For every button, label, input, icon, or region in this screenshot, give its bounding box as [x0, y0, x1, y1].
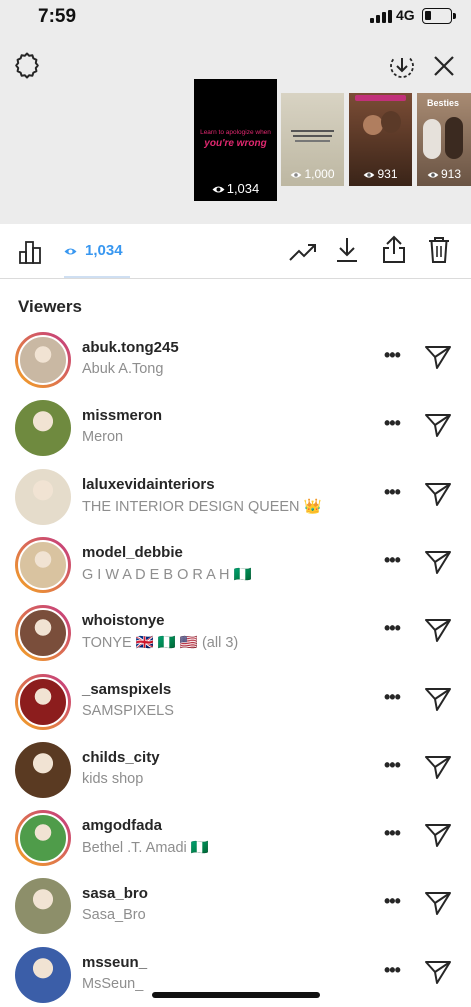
- viewer-full-name: SAMSPIXELS: [82, 703, 174, 719]
- story-thumbnail[interactable]: 931: [349, 93, 412, 186]
- viewer-username[interactable]: childs_city: [82, 749, 160, 766]
- viewer-row[interactable]: sasa_bro Sasa_Bro •••: [0, 878, 471, 946]
- battery-icon: [422, 8, 456, 24]
- viewer-username[interactable]: abuk.tong245: [82, 339, 179, 356]
- more-options-icon[interactable]: •••: [384, 413, 401, 434]
- viewer-row[interactable]: amgodfada Bethel .T. Amadi 🇳🇬 •••: [0, 810, 471, 878]
- more-options-icon[interactable]: •••: [384, 550, 401, 571]
- story-thumbnail-selected[interactable]: Learn to apologize when you're wrong 1,0…: [194, 79, 277, 201]
- gear-icon[interactable]: [12, 50, 42, 80]
- bar-chart-icon[interactable]: [17, 238, 45, 266]
- viewer-full-name: TONYE 🇬🇧 🇳🇬 🇺🇸 (all 3): [82, 635, 239, 651]
- send-message-icon[interactable]: [424, 959, 452, 990]
- avatar[interactable]: [15, 605, 71, 661]
- eye-icon: [364, 172, 375, 178]
- carrier-label: 4G: [396, 7, 415, 23]
- avatar[interactable]: [15, 878, 71, 934]
- avatar[interactable]: [15, 537, 71, 593]
- send-message-icon[interactable]: [424, 686, 452, 717]
- viewer-full-name: Meron: [82, 429, 124, 445]
- viewer-row[interactable]: laluxevidainteriors THE INTERIOR DESIGN Q…: [0, 469, 471, 537]
- viewer-row[interactable]: abuk.tong245 Abuk A.Tong •••: [0, 332, 471, 400]
- eye-icon: [64, 248, 77, 255]
- viewer-username[interactable]: _samspixels: [82, 681, 171, 698]
- send-message-icon[interactable]: [424, 890, 452, 921]
- story-title: Besties: [427, 98, 460, 108]
- avatar[interactable]: [15, 742, 71, 798]
- eye-icon: [291, 172, 302, 178]
- avatar[interactable]: [15, 947, 71, 1003]
- send-message-icon[interactable]: [424, 822, 452, 853]
- send-message-icon[interactable]: [424, 481, 452, 512]
- more-options-icon[interactable]: •••: [384, 687, 401, 708]
- viewer-full-name: Bethel .T. Amadi 🇳🇬: [82, 840, 209, 856]
- trash-icon[interactable]: [425, 234, 453, 266]
- story-thumbnail[interactable]: 1,000: [281, 93, 344, 186]
- viewer-row[interactable]: childs_citykids shop •••: [0, 742, 471, 810]
- viewer-username[interactable]: sasa_bro: [82, 885, 148, 902]
- viewer-username[interactable]: msseun_: [82, 954, 147, 971]
- avatar[interactable]: [15, 400, 71, 456]
- avatar[interactable]: [15, 332, 71, 388]
- viewer-full-name: THE INTERIOR DESIGN QUEEN 👑: [82, 499, 322, 515]
- viewer-full-name: MsSeun_: [82, 976, 144, 992]
- viewer-row[interactable]: msseun_ MsSeun_ •••: [0, 947, 471, 1007]
- viewer-username[interactable]: amgodfada: [82, 817, 162, 834]
- viewer-full-name: Sasa_Bro: [82, 907, 146, 923]
- status-time: 7:59: [38, 6, 77, 27]
- download-icon[interactable]: [334, 235, 360, 265]
- story-toolbar: 1,034: [0, 224, 471, 279]
- more-options-icon[interactable]: •••: [384, 823, 401, 844]
- more-options-icon[interactable]: •••: [384, 960, 401, 981]
- tab-underline: [64, 276, 130, 278]
- status-bar: 7:59 4G: [0, 0, 471, 34]
- story-views: 1,000: [281, 167, 344, 181]
- story-views: 1,034: [194, 181, 277, 196]
- viewer-row[interactable]: missmeron Meron •••: [0, 400, 471, 468]
- home-indicator: [152, 992, 320, 998]
- share-icon[interactable]: [380, 234, 408, 266]
- viewer-username[interactable]: missmeron: [82, 407, 162, 424]
- send-message-icon[interactable]: [424, 617, 452, 648]
- story-caption-line2: you're wrong: [204, 138, 267, 149]
- story-header: 7:59 4G Learn to apologize when you're w…: [0, 0, 471, 224]
- more-options-icon[interactable]: •••: [384, 618, 401, 639]
- viewer-full-name: kids shop: [82, 771, 144, 787]
- viewer-row[interactable]: _samspixels SAMSPIXELS •••: [0, 674, 471, 742]
- close-icon[interactable]: [429, 51, 459, 81]
- send-message-icon[interactable]: [424, 412, 452, 443]
- avatar[interactable]: [15, 810, 71, 866]
- view-count-tab[interactable]: 1,034: [64, 242, 123, 259]
- trending-up-icon[interactable]: [288, 239, 318, 265]
- viewer-full-name: G I W A D E B O R A H 🇳🇬: [82, 567, 252, 583]
- viewer-row[interactable]: model_debbie G I W A D E B O R A H 🇳🇬 •••: [0, 537, 471, 605]
- viewer-row[interactable]: whoistonye TONYE 🇬🇧 🇳🇬 🇺🇸 (all 3) •••: [0, 605, 471, 673]
- more-options-icon[interactable]: •••: [384, 891, 401, 912]
- send-message-icon[interactable]: [424, 754, 452, 785]
- more-options-icon[interactable]: •••: [384, 755, 401, 776]
- viewer-username[interactable]: whoistonye: [82, 612, 165, 629]
- send-message-icon[interactable]: [424, 344, 452, 375]
- story-views: 913: [417, 167, 471, 181]
- send-message-icon[interactable]: [424, 549, 452, 580]
- avatar[interactable]: [15, 469, 71, 525]
- viewer-username[interactable]: laluxevidainteriors: [82, 476, 215, 493]
- viewer-full-name: Abuk A.Tong: [82, 361, 164, 377]
- story-caption-line1: Learn to apologize when: [200, 129, 271, 136]
- more-options-icon[interactable]: •••: [384, 345, 401, 366]
- download-circle-icon[interactable]: [387, 51, 417, 81]
- signal-icon: [370, 10, 392, 23]
- story-views: 931: [349, 167, 412, 181]
- avatar[interactable]: [15, 674, 71, 730]
- more-options-icon[interactable]: •••: [384, 482, 401, 503]
- viewer-username[interactable]: model_debbie: [82, 544, 183, 561]
- eye-icon: [427, 172, 439, 178]
- eye-icon: [212, 186, 225, 193]
- story-thumbnail[interactable]: Besties 913: [417, 93, 471, 186]
- viewers-heading: Viewers: [18, 297, 82, 316]
